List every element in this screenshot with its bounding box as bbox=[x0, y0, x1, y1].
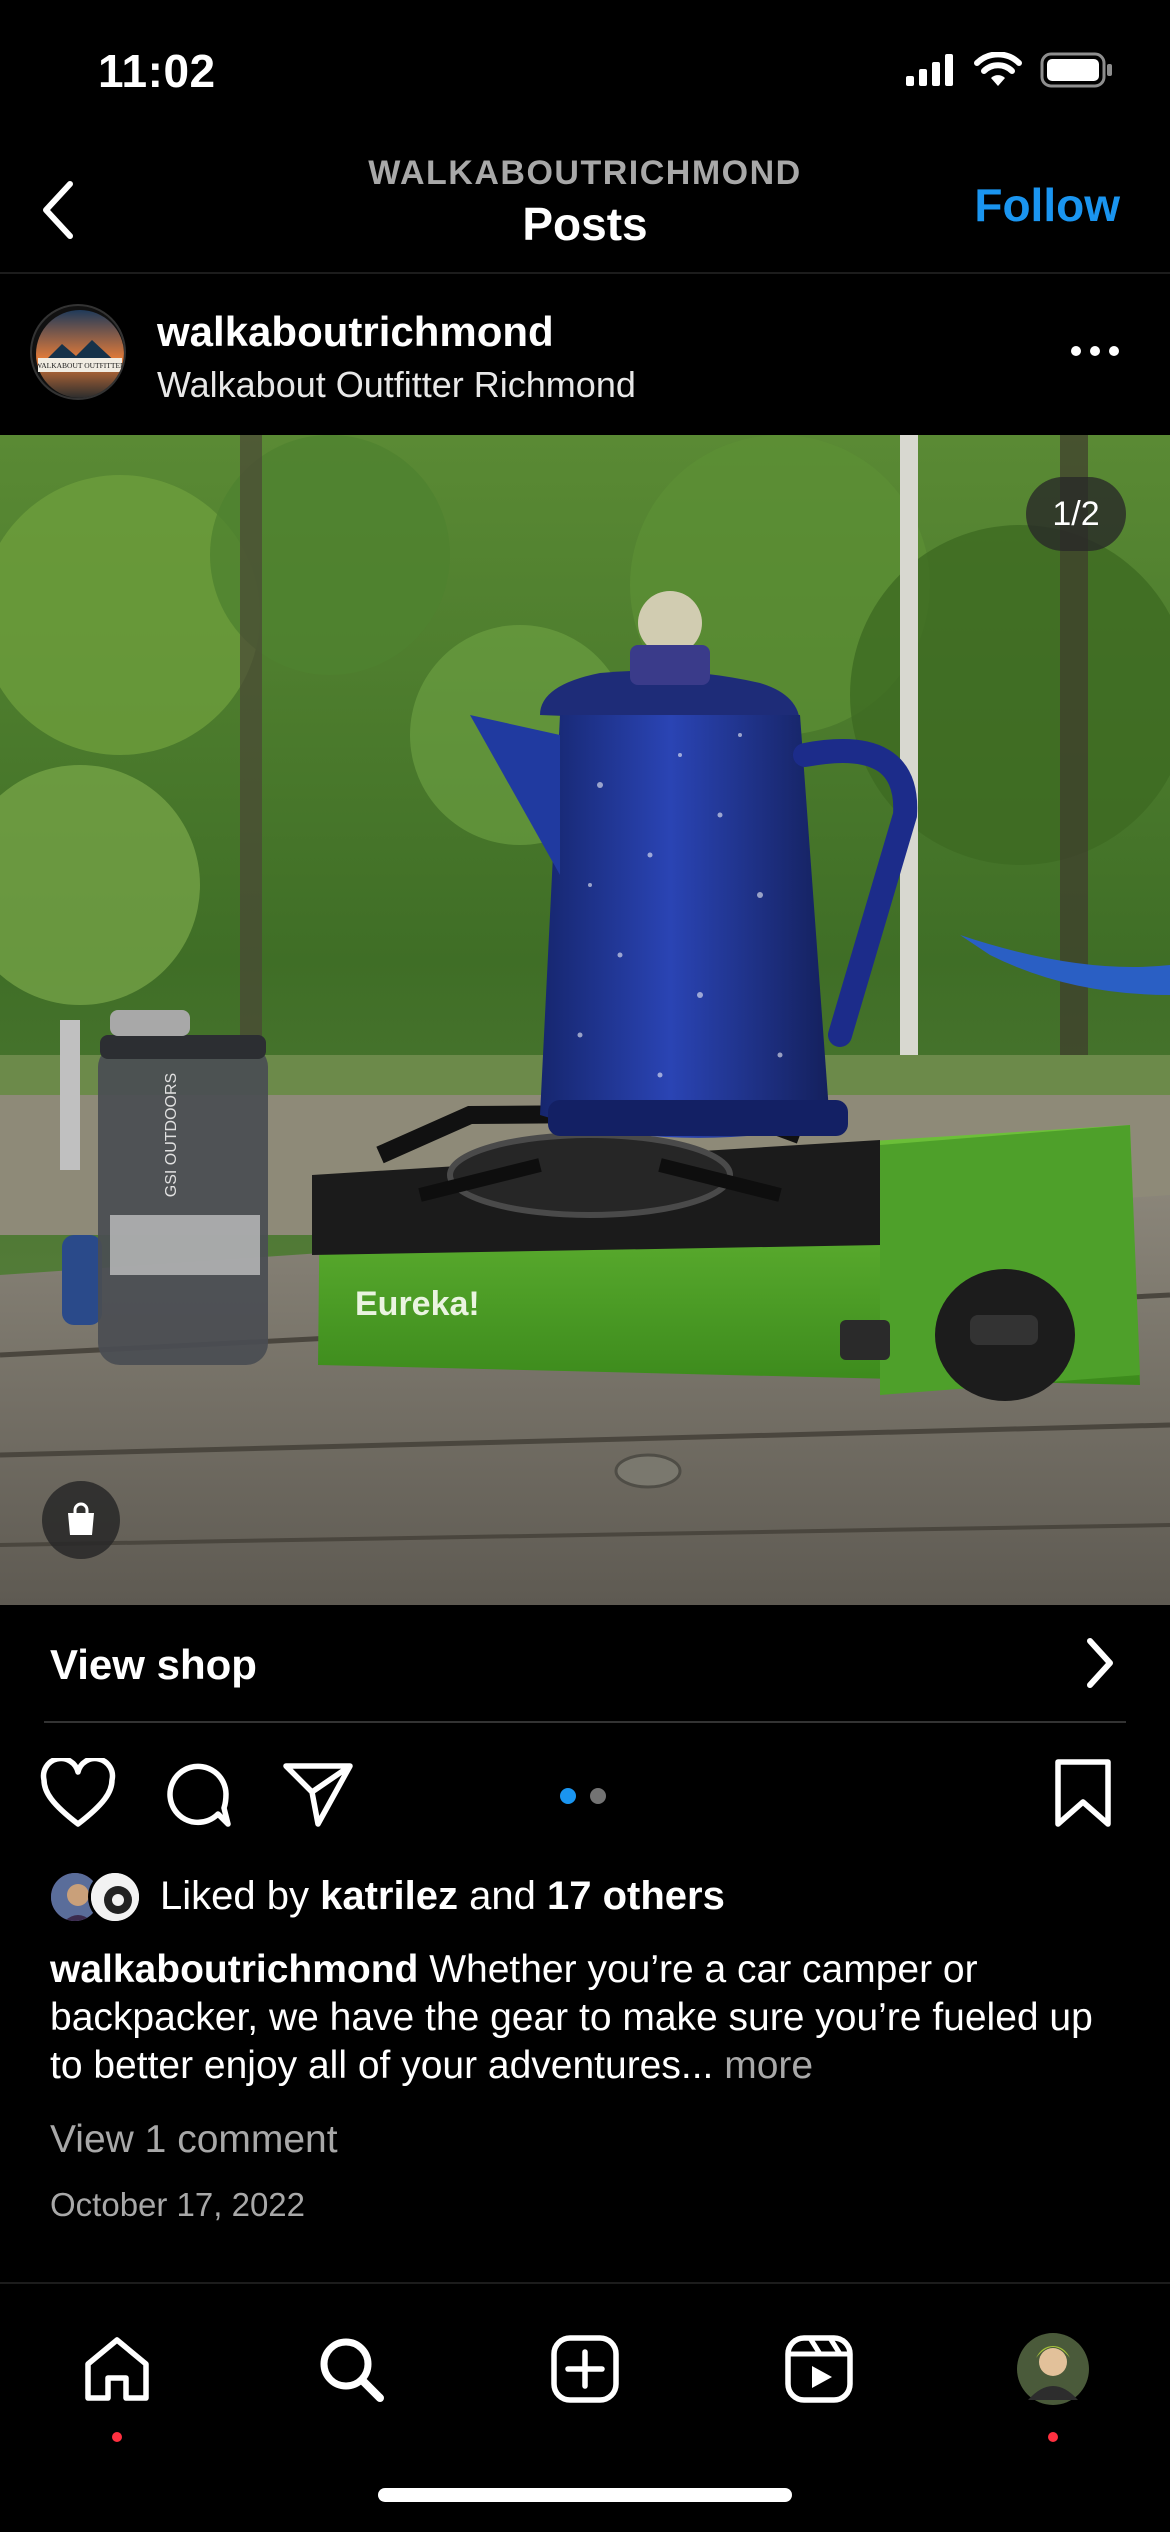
tab-profile[interactable] bbox=[1008, 2324, 1098, 2414]
post-date: October 17, 2022 bbox=[50, 2186, 306, 2223]
reels-icon bbox=[785, 2335, 853, 2403]
header-titles: WALKABOUTRICHMOND Posts bbox=[285, 154, 885, 251]
status-bar: 11:02 bbox=[0, 0, 1170, 150]
chevron-left-icon bbox=[43, 181, 73, 239]
heart-icon[interactable] bbox=[40, 1758, 116, 1830]
svg-text:Eureka!: Eureka! bbox=[355, 1285, 480, 1323]
post-actions bbox=[0, 1750, 1170, 1840]
notification-dot bbox=[1048, 2432, 1058, 2442]
status-icons bbox=[906, 52, 1114, 88]
wifi-icon bbox=[974, 52, 1022, 86]
back-button[interactable] bbox=[18, 170, 98, 250]
caption-username[interactable]: walkaboutrichmond bbox=[50, 1948, 418, 1991]
tab-search[interactable] bbox=[306, 2324, 396, 2414]
tab-home[interactable] bbox=[72, 2324, 162, 2414]
avatar bbox=[88, 1870, 142, 1924]
likes-row[interactable]: Liked by katrilez and 17 others bbox=[0, 1860, 1170, 1930]
carousel-pager bbox=[560, 1788, 606, 1804]
post-image[interactable]: GSI OUTDOORS Eureka! 1/2 bbox=[0, 435, 1170, 1605]
shopping-bag-icon bbox=[68, 1502, 94, 1535]
post-caption: walkaboutrichmond Whether you’re a car c… bbox=[50, 1946, 1130, 2090]
caption-more-link[interactable]: more bbox=[724, 2044, 813, 2087]
ellipsis-icon bbox=[1071, 346, 1081, 356]
likes-text: Liked by katrilez and 17 others bbox=[160, 1874, 725, 1919]
chevron-right-icon bbox=[1087, 1638, 1113, 1688]
pager-dot bbox=[590, 1788, 606, 1804]
liker-username[interactable]: katrilez bbox=[320, 1874, 458, 1918]
bookmark-icon[interactable] bbox=[1052, 1758, 1114, 1830]
follow-button[interactable]: Follow bbox=[974, 178, 1120, 232]
post-photo-illustration: GSI OUTDOORS Eureka! bbox=[0, 435, 1170, 1605]
home-indicator bbox=[378, 2488, 792, 2502]
likes-prefix: Liked by bbox=[160, 1874, 309, 1918]
pager-dot-active bbox=[560, 1788, 576, 1804]
top-nav: WALKABOUTRICHMOND Posts Follow bbox=[0, 150, 1170, 274]
home-icon bbox=[85, 2337, 149, 2401]
more-options-button[interactable] bbox=[1060, 336, 1130, 366]
tab-reels[interactable] bbox=[774, 2324, 864, 2414]
svg-text:GSI OUTDOORS: GSI OUTDOORS bbox=[163, 1073, 180, 1197]
avatar-logo-image: WALKABOUT OUTFITTER bbox=[35, 310, 125, 398]
view-comments-link[interactable]: View 1 comment bbox=[50, 2118, 338, 2162]
cellular-signal-icon bbox=[906, 54, 953, 86]
post-header: WALKABOUT OUTFITTER walkaboutrichmond Wa… bbox=[0, 276, 1170, 434]
svg-text:WALKABOUT OUTFITTER: WALKABOUT OUTFITTER bbox=[35, 361, 125, 370]
tab-create[interactable] bbox=[540, 2324, 630, 2414]
paper-plane-icon[interactable] bbox=[282, 1758, 354, 1830]
header-account-name: WALKABOUTRICHMOND bbox=[368, 154, 802, 192]
post-avatar[interactable]: WALKABOUT OUTFITTER bbox=[30, 304, 126, 400]
liker-avatars bbox=[48, 1870, 148, 1926]
shop-tag-button[interactable] bbox=[42, 1481, 120, 1559]
notification-dot bbox=[112, 2432, 122, 2442]
avatar-image bbox=[91, 1873, 139, 1921]
post-username[interactable]: walkaboutrichmond bbox=[157, 308, 554, 356]
divider bbox=[44, 1721, 1126, 1723]
view-shop-row[interactable]: View shop bbox=[0, 1605, 1170, 1723]
post-location[interactable]: Walkabout Outfitter Richmond bbox=[157, 364, 636, 406]
status-time: 11:02 bbox=[98, 45, 216, 97]
battery-icon bbox=[1040, 52, 1112, 88]
likes-others-count[interactable]: 17 others bbox=[547, 1874, 725, 1918]
view-shop-label: View shop bbox=[50, 1641, 257, 1688]
add-post-icon bbox=[551, 2335, 619, 2403]
profile-avatar bbox=[1017, 2333, 1089, 2405]
image-counter-badge: 1/2 bbox=[1026, 477, 1126, 551]
comment-icon[interactable] bbox=[162, 1758, 234, 1830]
page-title: Posts bbox=[522, 198, 648, 250]
search-icon bbox=[320, 2338, 384, 2402]
likes-conjunction: and bbox=[469, 1874, 536, 1918]
